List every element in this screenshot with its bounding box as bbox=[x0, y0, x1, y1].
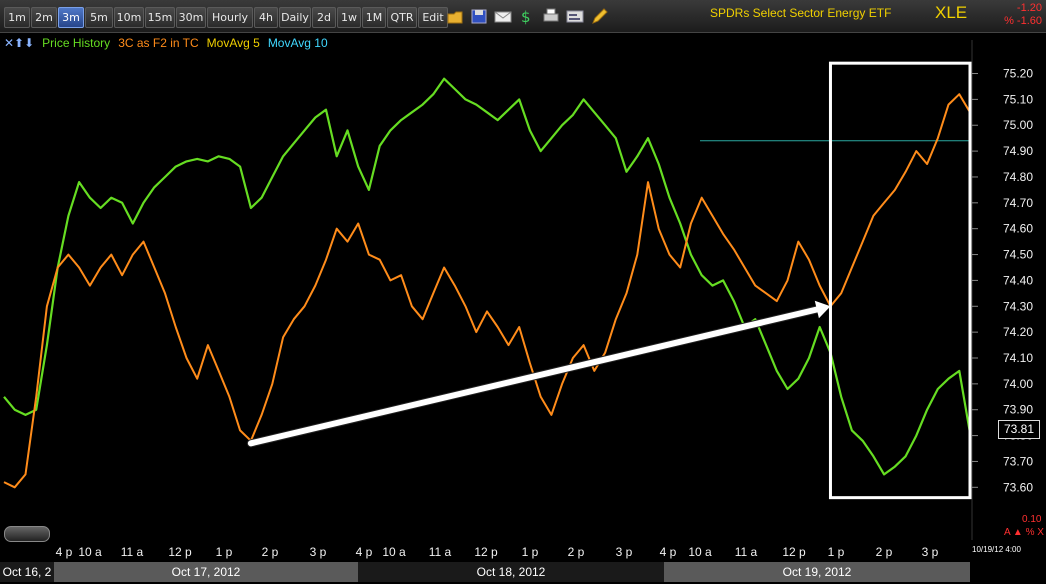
indicator-value: 0.10 bbox=[1022, 514, 1042, 525]
x-tick-label: 11 a bbox=[429, 545, 452, 559]
date-segment: Oct 19, 2012 bbox=[664, 562, 970, 582]
date-segment: Oct 16, 2 bbox=[0, 562, 54, 582]
annotation-box bbox=[828, 61, 972, 500]
y-tick-label: 75.20 bbox=[1003, 67, 1033, 81]
annotation-arrow bbox=[247, 306, 820, 447]
x-tick-label: 10 a bbox=[78, 545, 102, 559]
y-tick-label: 74.30 bbox=[1003, 299, 1033, 313]
last-price-marker: 73.81 bbox=[998, 420, 1040, 439]
y-tick-label: 75.10 bbox=[1003, 92, 1033, 106]
x-tick-label: 10 a bbox=[688, 545, 712, 559]
indicator-3c-line bbox=[3, 93, 971, 489]
y-tick-label: 75.00 bbox=[1003, 118, 1033, 132]
y-tick-label: 74.10 bbox=[1003, 351, 1033, 365]
price-series-line bbox=[3, 77, 972, 476]
x-tick-label: 2 p bbox=[568, 545, 585, 559]
x-tick-label: 4 p bbox=[56, 545, 73, 559]
y-tick-label: 74.90 bbox=[1003, 144, 1033, 158]
x-tick-label: 2 p bbox=[262, 545, 279, 559]
date-segment: Oct 18, 2012 bbox=[358, 562, 664, 582]
x-tick-label: 11 a bbox=[735, 545, 758, 559]
y-tick-label: 73.70 bbox=[1003, 454, 1033, 468]
y-tick-label: 74.40 bbox=[1003, 273, 1033, 287]
y-tick-label: 73.90 bbox=[1003, 403, 1033, 417]
date-segment: Oct 17, 2012 bbox=[54, 562, 358, 582]
indicator-controls[interactable]: A ▲ % X bbox=[1004, 527, 1044, 538]
y-tick-label: 74.70 bbox=[1003, 196, 1033, 210]
x-tick-label: 3 p bbox=[310, 545, 327, 559]
x-tick-label: 11 a bbox=[121, 545, 144, 559]
x-tick-label: 1 p bbox=[216, 545, 233, 559]
price-chart: 75.20 75.10 75.00 74.90 74.80 74.70 74.60 74.50… bbox=[3, 40, 1046, 559]
y-tick-label: 74.80 bbox=[1003, 170, 1033, 184]
x-tick-label: 1 p bbox=[522, 545, 539, 559]
x-tick-label: 3 p bbox=[922, 545, 939, 559]
last-bar-timestamp: 10/19/12 4:00 bbox=[972, 545, 1021, 554]
y-tick-label: 74.20 bbox=[1003, 325, 1033, 339]
x-tick-label: 12 p bbox=[168, 545, 192, 559]
y-tick-label: 74.00 bbox=[1003, 377, 1033, 391]
y-tick-label: 74.50 bbox=[1003, 248, 1033, 262]
x-tick-label: 12 p bbox=[474, 545, 498, 559]
x-tick-label: 3 p bbox=[616, 545, 633, 559]
x-tick-label: 1 p bbox=[828, 545, 845, 559]
x-tick-label: 12 p bbox=[782, 545, 806, 559]
x-tick-label: 4 p bbox=[660, 545, 677, 559]
x-tick-label: 4 p bbox=[356, 545, 373, 559]
x-tick-label: 2 p bbox=[876, 545, 893, 559]
y-tick-label: 74.60 bbox=[1003, 222, 1033, 236]
date-bar: Oct 16, 2 Oct 17, 2012 Oct 18, 2012 Oct 19,… bbox=[0, 562, 970, 582]
y-tick-label: 73.60 bbox=[1003, 480, 1033, 494]
x-tick-label: 10 a bbox=[382, 545, 406, 559]
chart-scroll-thumb[interactable] bbox=[4, 526, 50, 542]
